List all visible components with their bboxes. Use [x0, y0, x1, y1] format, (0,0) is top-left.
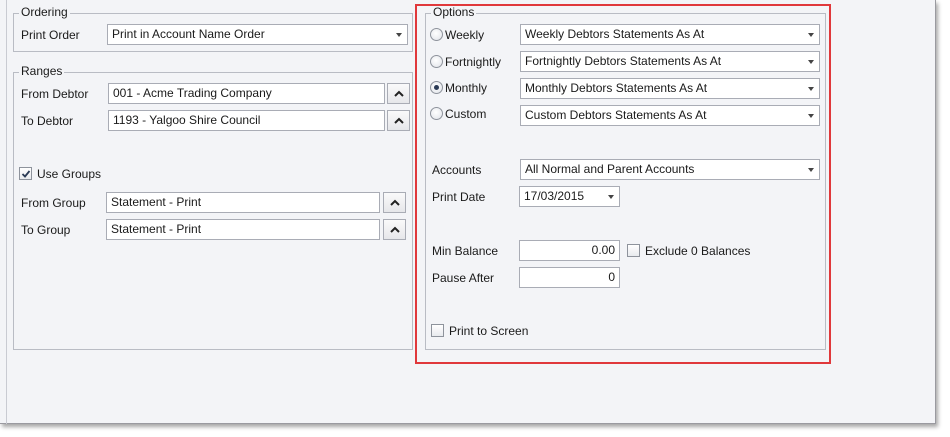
chevron-up-icon — [390, 226, 400, 233]
options-highlight-box — [415, 4, 831, 364]
panel-divider — [6, 0, 7, 424]
print-order-label: Print Order — [21, 28, 80, 42]
from-group-field[interactable]: Statement - Print — [106, 192, 380, 213]
to-debtor-value: 1193 - Yalgoo Shire Council — [113, 113, 261, 127]
chevron-up-icon — [394, 117, 404, 124]
ordering-legend: Ordering — [19, 5, 70, 19]
to-group-value: Statement - Print — [111, 222, 202, 236]
print-order-value: Print in Account Name Order — [112, 27, 265, 41]
from-debtor-field[interactable]: 001 - Acme Trading Company — [108, 83, 385, 104]
chevron-up-icon — [390, 199, 400, 206]
ranges-legend: Ranges — [19, 64, 65, 78]
from-debtor-label: From Debtor — [21, 87, 89, 101]
checkmark-icon — [21, 170, 31, 178]
to-group-lookup-button[interactable] — [383, 219, 406, 240]
from-group-value: Statement - Print — [111, 195, 202, 209]
from-group-lookup-button[interactable] — [383, 192, 406, 213]
to-group-field[interactable]: Statement - Print — [106, 219, 380, 240]
to-debtor-lookup-button[interactable] — [387, 110, 410, 131]
to-debtor-field[interactable]: 1193 - Yalgoo Shire Council — [108, 110, 385, 131]
use-groups-checkbox[interactable] — [19, 167, 32, 180]
chevron-up-icon — [394, 90, 404, 97]
print-order-select[interactable]: Print in Account Name Order — [107, 24, 408, 45]
from-debtor-lookup-button[interactable] — [387, 83, 410, 104]
to-debtor-label: To Debtor — [21, 114, 74, 128]
chevron-down-icon — [396, 33, 402, 37]
from-group-label: From Group — [21, 196, 86, 210]
to-group-label: To Group — [21, 223, 71, 237]
from-debtor-value: 001 - Acme Trading Company — [113, 86, 272, 100]
use-groups-label: Use Groups — [37, 167, 102, 181]
